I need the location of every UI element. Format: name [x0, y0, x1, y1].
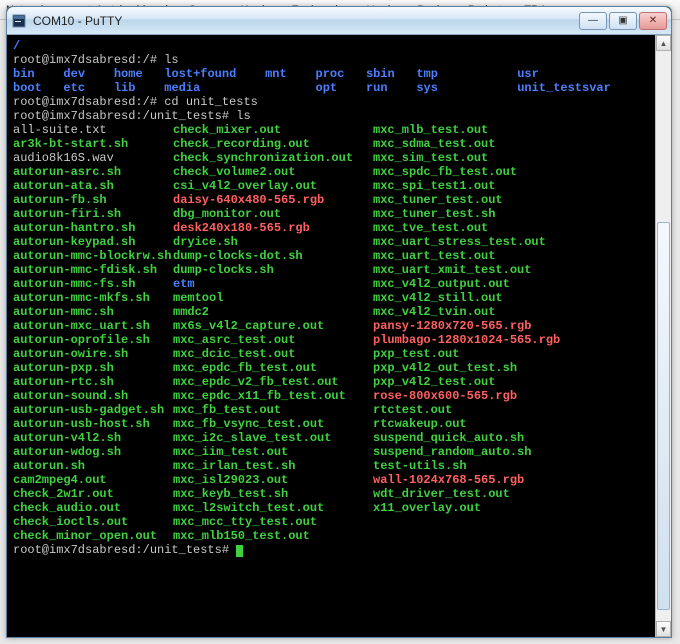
terminal-line: autorun-owire.shmxc_dcic_test.outpxp_tes… — [13, 347, 649, 361]
terminal-line: autorun-rtc.shmxc_epdc_v2_fb_test.outpxp… — [13, 375, 649, 389]
terminal-line: ar3k-bt-start.shcheck_recording.outmxc_s… — [13, 137, 649, 151]
terminal-line: autorun-usb-gadget.shmxc_fb_test.outrtct… — [13, 403, 649, 417]
scroll-up-button[interactable]: ▲ — [656, 35, 671, 51]
terminal-body: /root@imx7dsabresd:/# lsbin dev home los… — [7, 35, 671, 637]
terminal-line: autorun-firi.shdbg_monitor.outmxc_tuner_… — [13, 207, 649, 221]
terminal-line: audio8k16S.wavcheck_synchronization.outm… — [13, 151, 649, 165]
terminal-line: autorun-wdog.shmxc_iim_test.outsuspend_r… — [13, 445, 649, 459]
terminal-line: autorun-mmc-mkfs.shmemtoolmxc_v4l2_still… — [13, 291, 649, 305]
terminal-line: autorun-mmc.shmmdc2mxc_v4l2_tvin.out — [13, 305, 649, 319]
terminal-line: autorun-ata.shcsi_v4l2_overlay.outmxc_sp… — [13, 179, 649, 193]
terminal-line: cam2mpeg4.outmxc_isl29023.outwall-1024x7… — [13, 473, 649, 487]
terminal-line: check_audio.outmxc_l2switch_test.outx11_… — [13, 501, 649, 515]
terminal-line: check_ioctls.outmxc_mcc_tty_test.out — [13, 515, 649, 529]
terminal-line: root@imx7dsabresd:/# cd unit_tests — [13, 95, 649, 109]
terminal-line: all-suite.txtcheck_mixer.outmxc_mlb_test… — [13, 123, 649, 137]
terminal-line: root@imx7dsabresd:/# ls — [13, 53, 649, 67]
window-title: COM10 - PuTTY — [33, 14, 579, 28]
terminal-line: autorun-mmc-blockrw.shdump-clocks-dot.sh… — [13, 249, 649, 263]
terminal-line: autorun-mxc_uart.shmx6s_v4l2_capture.out… — [13, 319, 649, 333]
scroll-thumb[interactable] — [657, 222, 670, 610]
terminal-line: autorun-sound.shmxc_epdc_x11_fb_test.out… — [13, 389, 649, 403]
window-buttons: — ▣ ✕ — [579, 12, 667, 30]
terminal-line: / — [13, 39, 649, 53]
terminal-line: autorun-mmc-fdisk.shdump-clocks.shmxc_ua… — [13, 263, 649, 277]
scroll-down-button[interactable]: ▼ — [656, 621, 671, 637]
terminal-line: autorun-pxp.shmxc_epdc_fb_test.outpxp_v4… — [13, 361, 649, 375]
terminal-line: autorun-oprofile.shmxc_asrc_test.outplum… — [13, 333, 649, 347]
terminal-line: autorun-v4l2.shmxc_i2c_slave_test.outsus… — [13, 431, 649, 445]
terminal-line: root@imx7dsabresd:/unit_tests# — [13, 543, 649, 557]
terminal-line: autorun.shmxc_irlan_test.shtest-utils.sh — [13, 459, 649, 473]
terminal-icon — [11, 13, 27, 29]
close-button[interactable]: ✕ — [639, 12, 667, 30]
scroll-track[interactable] — [656, 51, 671, 621]
terminal-line: root@imx7dsabresd:/unit_tests# ls — [13, 109, 649, 123]
terminal-line: autorun-mmc-fs.shetmmxc_v4l2_output.out — [13, 277, 649, 291]
cursor — [236, 545, 243, 557]
terminal-line: autorun-keypad.shdryice.shmxc_uart_stres… — [13, 235, 649, 249]
terminal-line: boot etc lib media opt run sys unit_test… — [13, 81, 649, 95]
terminal-line: autorun-usb-host.shmxc_fb_vsync_test.out… — [13, 417, 649, 431]
minimize-button[interactable]: — — [579, 12, 607, 30]
terminal-line: autorun-fb.shdaisy-640x480-565.rgbmxc_tu… — [13, 193, 649, 207]
terminal-line: bin dev home lost+found mnt proc sbin tm… — [13, 67, 649, 81]
scrollbar[interactable]: ▲ ▼ — [655, 35, 671, 637]
putty-window: COM10 - PuTTY — ▣ ✕ /root@imx7dsabresd:/… — [6, 6, 672, 638]
titlebar[interactable]: COM10 - PuTTY — ▣ ✕ — [7, 7, 671, 35]
terminal-line: check_2w1r.outmxc_keyb_test.shwdt_driver… — [13, 487, 649, 501]
terminal-line: autorun-hantro.shdesk240x180-565.rgbmxc_… — [13, 221, 649, 235]
maximize-button[interactable]: ▣ — [609, 12, 637, 30]
terminal-line: check_minor_open.outmxc_mlb150_test.out — [13, 529, 649, 543]
terminal[interactable]: /root@imx7dsabresd:/# lsbin dev home los… — [7, 35, 655, 637]
terminal-line: autorun-asrc.shcheck_volume2.outmxc_spdc… — [13, 165, 649, 179]
